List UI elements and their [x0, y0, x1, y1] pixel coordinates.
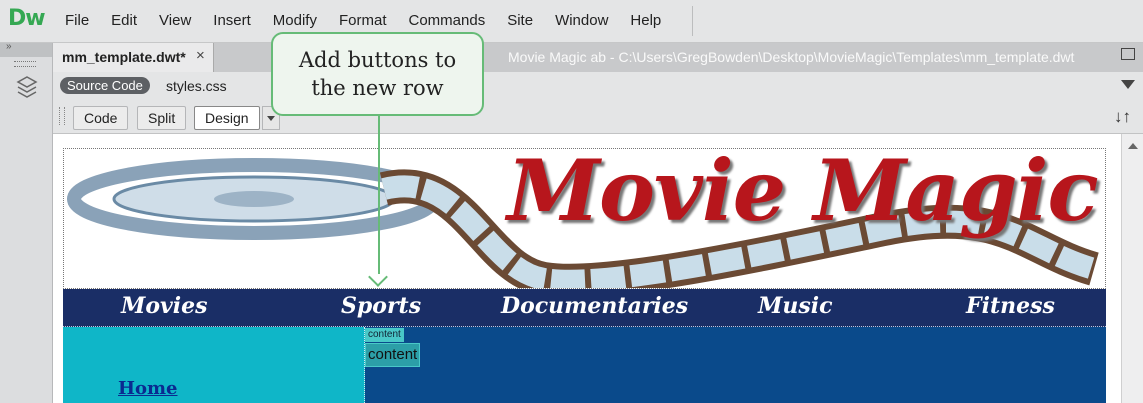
editable-region-tag[interactable]: content [365, 328, 404, 342]
nav-fitness[interactable]: Fitness [966, 293, 1055, 319]
instruction-callout: Add buttons to the new row [271, 32, 484, 116]
menu-edit[interactable]: Edit [111, 12, 137, 29]
menu-modify[interactable]: Modify [273, 12, 317, 29]
sidebar-column: Home [63, 327, 365, 403]
editable-region-content[interactable]: content [365, 343, 421, 367]
banner-image: Movie Magic [63, 148, 1106, 289]
related-files-bar: Source Code styles.css [53, 72, 1143, 101]
menu-format[interactable]: Format [339, 12, 387, 29]
insert-panel-icon[interactable] [16, 75, 38, 99]
callout-line-2: the new row [311, 76, 444, 100]
nav-music[interactable]: Music [758, 293, 833, 319]
nav-sports[interactable]: Sports [341, 293, 421, 319]
menu-separator [692, 6, 693, 36]
left-panel: » [0, 41, 53, 403]
callout-arrow-line [378, 116, 380, 274]
main-menu: File Edit View Insert Modify Format Comm… [65, 12, 683, 29]
restore-window-icon[interactable] [1121, 48, 1135, 60]
menu-help[interactable]: Help [630, 12, 661, 29]
filter-icon[interactable] [1121, 80, 1135, 89]
document-tab-strip: mm_template.dwt* × Movie Magic ab - C:\U… [53, 43, 1143, 72]
menu-bar: Dw File Edit View Insert Modify Format C… [0, 0, 1143, 43]
banner-title: Movie Magic [507, 148, 1099, 240]
expand-icon[interactable]: » [6, 41, 12, 52]
design-view-button[interactable]: Design [194, 106, 260, 130]
design-view[interactable]: Movie Magic Movies Sports Documentaries … [53, 134, 1121, 403]
close-icon[interactable]: × [196, 47, 205, 64]
related-file-styles[interactable]: styles.css [166, 78, 227, 94]
menu-window[interactable]: Window [555, 12, 608, 29]
menu-view[interactable]: View [159, 12, 191, 29]
panel-grip[interactable] [14, 61, 36, 67]
menu-commands[interactable]: Commands [409, 12, 486, 29]
document-path: Movie Magic ab - C:\Users\GregBowden\Des… [508, 49, 1075, 65]
callout-line-1: Add buttons to [298, 48, 457, 72]
nav-row: Movies Sports Documentaries Music Fitnes… [63, 289, 1106, 327]
code-view-button[interactable]: Code [73, 106, 129, 130]
toolbar-grip[interactable] [59, 107, 65, 125]
nav-movies[interactable]: Movies [121, 293, 208, 319]
home-link[interactable]: Home [118, 378, 178, 399]
panel-collapse-bar[interactable]: » [0, 41, 52, 57]
tab-label: mm_template.dwt* [62, 49, 186, 65]
menu-file[interactable]: File [65, 12, 89, 29]
sort-icon[interactable]: ↓↑ [1114, 107, 1131, 127]
vertical-scrollbar[interactable] [1121, 134, 1143, 403]
source-code-button[interactable]: Source Code [60, 77, 150, 94]
menu-site[interactable]: Site [507, 12, 533, 29]
content-row: Home content content [63, 327, 1106, 403]
scroll-up-icon[interactable] [1128, 143, 1138, 149]
split-view-button[interactable]: Split [137, 106, 187, 130]
menu-insert[interactable]: Insert [213, 12, 251, 29]
dreamweaver-logo: Dw [8, 6, 46, 31]
view-toolbar: Code Split Design ↓↑ [53, 101, 1143, 134]
tab-mm-template[interactable]: mm_template.dwt* × [53, 43, 214, 72]
nav-documentaries[interactable]: Documentaries [501, 293, 688, 319]
